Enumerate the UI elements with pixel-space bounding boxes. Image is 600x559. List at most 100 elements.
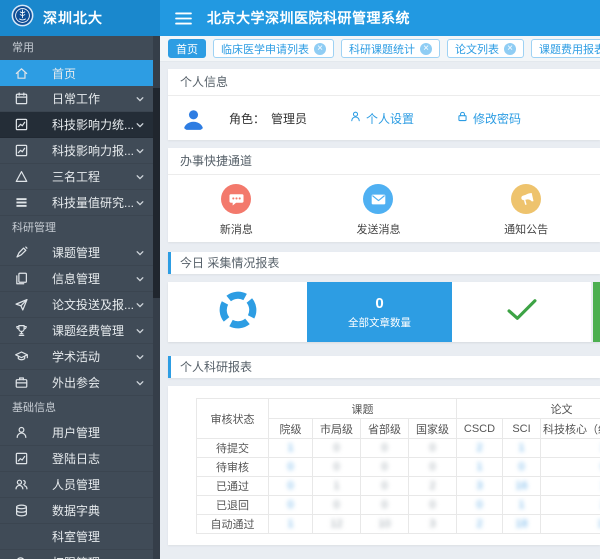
cell-value-blurred[interactable]: 1 [287, 442, 293, 454]
personal-link[interactable]: 个人设置 [349, 110, 414, 127]
quick-channel[interactable]: 发送消息 [356, 184, 400, 237]
chart-icon [14, 143, 30, 159]
send-icon [14, 297, 30, 313]
sidebar-item[interactable]: 外出参会 [0, 370, 160, 396]
cell-value-blurred[interactable]: 0 [333, 499, 339, 511]
cell-value-blurred[interactable]: 12 [330, 518, 342, 530]
cell-value-blurred[interactable]: 0 [381, 461, 387, 473]
loading-spinner-icon [217, 289, 259, 336]
tab-label: 临床医学申请列表 [221, 41, 309, 57]
tab[interactable]: 首页 [168, 39, 206, 58]
mail-icon [370, 191, 387, 208]
top-header: 深圳北大 北京大学深圳医院科研管理系统 [0, 0, 600, 36]
table-cell: 2 [409, 477, 457, 496]
collect-box-success[interactable] [452, 282, 591, 342]
cell-value-blurred[interactable]: 0 [381, 480, 387, 492]
cell-value-blurred[interactable]: 0 [287, 499, 293, 511]
quick-channel[interactable]: 通知公告 [504, 184, 548, 237]
cell-value-blurred[interactable]: 1 [518, 499, 524, 511]
sidebar-item[interactable]: 用户管理 [0, 420, 160, 446]
cell-value-blurred[interactable]: 1 [518, 442, 524, 454]
cell-value-blurred[interactable]: 0 [333, 461, 339, 473]
person-icon [349, 110, 362, 126]
cell-value-blurred[interactable]: 0 [287, 480, 293, 492]
sidebar-section-label: 基础信息 [0, 396, 160, 420]
sidebar-item-label: 信息管理 [52, 270, 135, 287]
chevron-down-icon [135, 300, 145, 310]
personal-link[interactable]: 修改密码 [456, 110, 521, 127]
sidebar-item[interactable]: 论文投送及报... [0, 292, 160, 318]
sidebar-item[interactable]: 三名工程 [0, 164, 160, 190]
tab[interactable]: 论文列表× [447, 39, 524, 58]
tab-close-icon[interactable]: × [314, 43, 326, 55]
cell-value-blurred[interactable]: 1 [333, 480, 339, 492]
table-cell: 1 [541, 477, 600, 496]
sidebar-item[interactable]: 科技影响力报... [0, 138, 160, 164]
table-cell: 1 [503, 439, 541, 458]
link-label: 个人设置 [366, 110, 414, 127]
role-label: 角色： [229, 112, 265, 126]
sidebar-item[interactable]: 登陆日志 [0, 446, 160, 472]
cell-value-blurred[interactable]: 10 [378, 518, 390, 530]
table-corner-header: 审核状态 [197, 399, 269, 439]
cell-value-blurred[interactable]: 1 [287, 518, 293, 530]
role-value: 管理员 [271, 112, 307, 126]
sidebar-scrollbar[interactable] [153, 36, 160, 559]
cell-value-blurred[interactable]: 2 [476, 518, 482, 530]
collect-box-loading[interactable] [168, 282, 307, 342]
sidebar-item[interactable]: 科技影响力统... [0, 112, 160, 138]
table-column-header: 市局级 [313, 419, 361, 439]
sidebar-item[interactable]: 学术活动 [0, 344, 160, 370]
tab-label: 课题费用报表 [539, 41, 600, 57]
collect-box-total-articles[interactable]: 0 全部文章数量 [307, 282, 452, 342]
cell-value-blurred[interactable]: 0 [381, 442, 387, 454]
sidebar-item[interactable]: 科技量值研究... [0, 190, 160, 216]
table-cell: 1 [313, 477, 361, 496]
quick-channel[interactable]: 新消息 [220, 184, 253, 237]
sidebar-item[interactable]: 课题管理 [0, 240, 160, 266]
cell-value-blurred[interactable]: 0 [333, 442, 339, 454]
sidebar-item[interactable]: 信息管理 [0, 266, 160, 292]
sidebar-item[interactable]: 日常工作 [0, 86, 160, 112]
table-cell: 0 [361, 439, 409, 458]
cell-value-blurred[interactable]: 2 [476, 442, 482, 454]
cell-value-blurred[interactable]: 3 [476, 480, 482, 492]
cell-value-blurred[interactable]: 0 [381, 499, 387, 511]
menu-toggle-icon[interactable] [175, 12, 192, 25]
sidebar-item[interactable]: 数据字典 [0, 498, 160, 524]
table-cell: 3 [409, 515, 457, 534]
sidebar-item[interactable]: 人员管理 [0, 472, 160, 498]
cell-value-blurred[interactable]: 18 [515, 518, 527, 530]
cell-value-blurred[interactable]: 2 [429, 480, 435, 492]
content-area: 个人信息 角色：管理员 个人设置修改密码 办事快捷通道 新消息发送消息通知公告 … [160, 62, 600, 558]
channel-label: 发送消息 [356, 221, 400, 237]
sidebar-item[interactable]: 课题经费管理 [0, 318, 160, 344]
tab[interactable]: 临床医学申请列表 × [213, 39, 334, 58]
scrollbar-thumb[interactable] [153, 88, 160, 298]
cell-value-blurred[interactable]: 0 [429, 461, 435, 473]
chevron-down-icon [135, 378, 145, 388]
sidebar-item[interactable]: 首页 [0, 60, 160, 86]
tab-close-icon[interactable]: × [504, 43, 516, 55]
cell-value-blurred[interactable]: 0 [476, 499, 482, 511]
cell-value-blurred[interactable]: 3 [429, 518, 435, 530]
tab[interactable]: 课题费用报表× [531, 39, 600, 58]
cell-value-blurred[interactable]: 0 [518, 461, 524, 473]
sidebar-item-label: 课题经费管理 [52, 322, 135, 339]
sidebar-item[interactable]: 权限管理 [0, 550, 160, 559]
app-title: 北京大学深圳医院科研管理系统 [207, 8, 410, 28]
table-row: 已通过01023161 [197, 477, 600, 496]
tab[interactable]: 科研课题统计× [341, 39, 440, 58]
cell-value-blurred[interactable]: 0 [429, 499, 435, 511]
cell-value-blurred[interactable]: 1 [476, 461, 482, 473]
avatar[interactable] [180, 105, 207, 132]
sidebar-item-label: 外出参会 [52, 374, 135, 391]
cell-value-blurred[interactable]: 0 [287, 461, 293, 473]
chat-icon [228, 191, 245, 208]
table-cell: 0 [503, 458, 541, 477]
sidebar-item[interactable]: 科室管理 [0, 524, 160, 550]
cell-value-blurred[interactable]: 16 [515, 480, 527, 492]
report-table: 审核状态课题论文院级市局级省部级国家级CSCDSCI科技核心（统计源）期刊 待提… [196, 398, 600, 534]
tab-close-icon[interactable]: × [420, 43, 432, 55]
cell-value-blurred[interactable]: 0 [429, 442, 435, 454]
